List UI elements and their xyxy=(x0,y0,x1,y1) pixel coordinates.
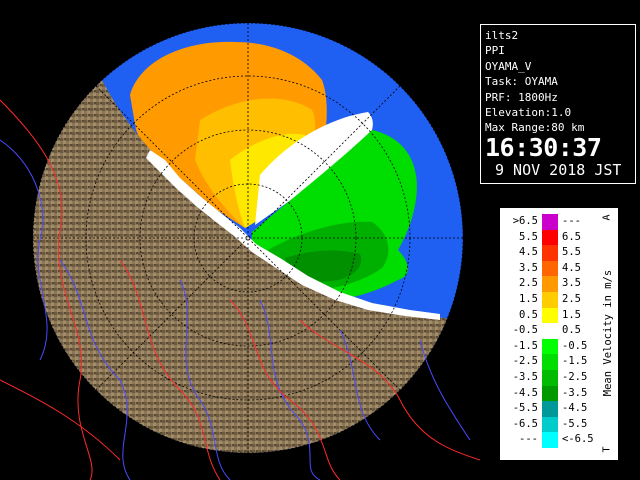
product-type: PPI xyxy=(485,44,505,58)
legend-color-swatch xyxy=(542,370,558,386)
legend-lower-bound: -1.5 xyxy=(512,339,538,352)
legend-lower-bound: -3.5 xyxy=(512,371,538,383)
legend-color-swatch xyxy=(542,323,558,339)
legend-color-swatch xyxy=(542,245,558,261)
legend-lower-bound: 2.5 xyxy=(519,277,538,290)
legend-upper-bound: 0.5 xyxy=(562,324,581,337)
legend-upper-bound: 1.5 xyxy=(562,308,581,321)
legend-lower-bound: 5.5 xyxy=(519,230,538,243)
legend-upper-bound: --- xyxy=(562,215,581,227)
legend-lower-bound: -5.5 xyxy=(512,402,538,415)
legend-upper-bound: -4.5 xyxy=(562,402,588,415)
radar-ppi-display[interactable] xyxy=(0,0,480,480)
legend-upper-bound: 6.5 xyxy=(562,230,581,243)
legend-upper-bound: -0.5 xyxy=(562,339,588,352)
legend-lower-bound: -0.5 xyxy=(512,324,538,337)
legend-color-swatch xyxy=(542,276,558,292)
observation-date: 9 NOV 2018 JST xyxy=(495,160,622,179)
elevation-value: Elevation:1.0 xyxy=(485,105,572,119)
legend-upper-bound: -5.5 xyxy=(562,417,588,430)
legend-lower-bound: 3.5 xyxy=(519,261,538,274)
legend-corner-top: A xyxy=(601,214,613,221)
legend-lower-bound: 1.5 xyxy=(519,293,538,305)
legend-upper-bound: 5.5 xyxy=(562,246,581,259)
legend-upper-bound: 4.5 xyxy=(562,261,581,274)
legend-lower-bound: >6.5 xyxy=(512,215,538,227)
legend-color-swatch xyxy=(542,214,558,230)
velocity-color-legend: >6.5 --- 5.5 6.5 4.5 5.5 3.5 4.5 2.5 3.5 1.5 2.5 0.5… xyxy=(498,206,620,462)
legend-lower-bound: 0.5 xyxy=(519,308,538,321)
station-id: OYAMA_V xyxy=(485,59,532,73)
legend-lower-bound: -6.5 xyxy=(512,417,538,430)
radar-info-panel: ilts2 PPI OYAMA_V Task: OYAMA PRF: 1800H… xyxy=(480,24,636,184)
legend-upper-bound: <-6.5 xyxy=(562,433,594,446)
system-name: ilts2 xyxy=(485,29,519,42)
legend-upper-bound: 3.5 xyxy=(562,277,581,290)
legend-upper-bound: -1.5 xyxy=(562,355,588,368)
legend-color-swatch xyxy=(542,354,558,370)
task-name: Task: OYAMA xyxy=(485,75,558,89)
legend-upper-bound: -3.5 xyxy=(562,386,588,399)
legend-color-swatch xyxy=(542,385,558,402)
legend-color-swatch xyxy=(542,260,558,277)
legend-title-text: Mean Velocity in m/s xyxy=(602,269,614,397)
observation-time: 16:30:37 xyxy=(485,132,602,162)
legend-lower-bound: --- xyxy=(519,433,538,446)
legend-lower-bound: -4.5 xyxy=(512,386,538,399)
legend-color-swatch xyxy=(542,307,558,324)
prf-value: PRF: 1800Hz xyxy=(485,90,558,104)
legend-color-swatch xyxy=(542,229,558,246)
legend-lower-bound: 4.5 xyxy=(519,246,538,259)
legend-color-swatch xyxy=(542,338,558,355)
legend-color-swatch xyxy=(542,416,558,433)
legend-color-swatch xyxy=(542,401,558,417)
legend-upper-bound: 2.5 xyxy=(562,293,581,305)
legend-upper-bound: -2.5 xyxy=(562,371,588,383)
legend-lower-bound: -2.5 xyxy=(512,355,538,368)
legend-corner-bottom: T xyxy=(601,446,613,453)
legend-title: Mean Velocity in m/s xyxy=(599,208,617,458)
legend-color-swatch xyxy=(542,432,558,448)
legend-color-swatch xyxy=(542,292,558,308)
